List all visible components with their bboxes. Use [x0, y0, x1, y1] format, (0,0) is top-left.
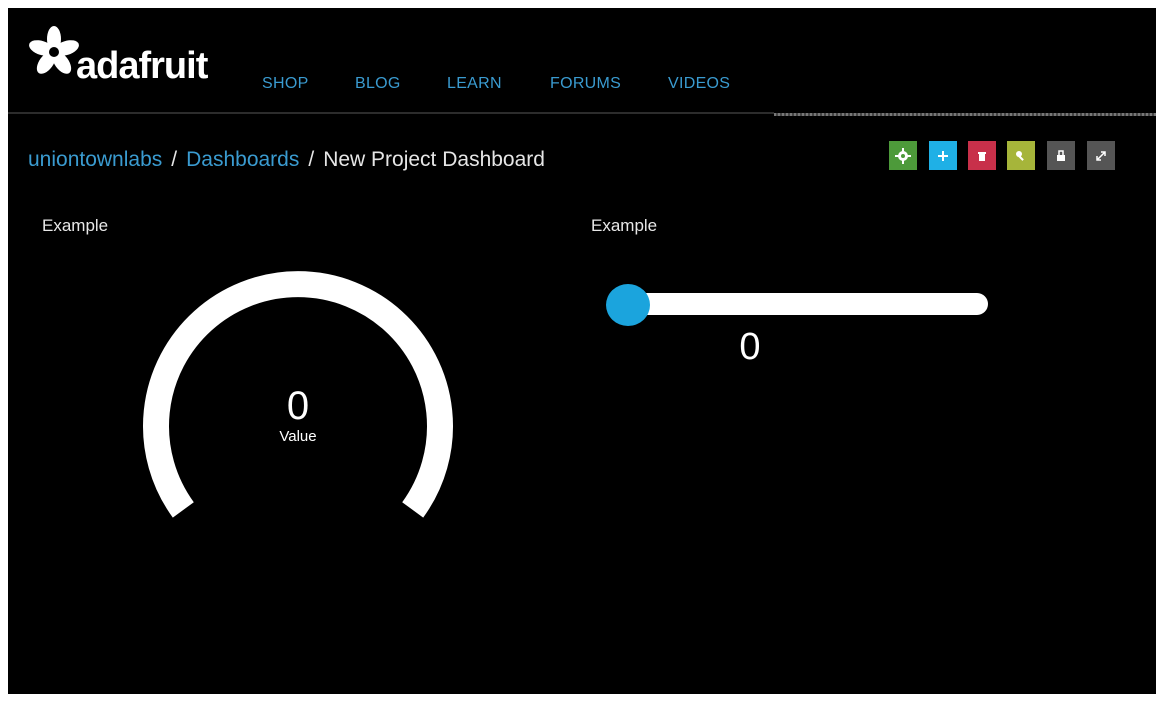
- breadcrumb-current-page: New Project Dashboard: [323, 148, 545, 171]
- flower-logo-icon: [29, 26, 79, 74]
- breadcrumb-separator: /: [308, 148, 315, 171]
- nav-item-blog[interactable]: BLOG: [355, 74, 401, 94]
- gauge-widget-title: Example: [42, 216, 109, 235]
- plus-icon: [938, 150, 948, 161]
- slider-value: 0: [739, 326, 761, 368]
- breadcrumb: uniontownlabs / Dashboards / New Project Das…: [28, 146, 545, 176]
- header-divider-dotted: [774, 113, 1156, 116]
- breadcrumb-separator: /: [171, 148, 178, 171]
- slider-thumb[interactable]: [606, 284, 650, 326]
- nav-item-learn[interactable]: LEARN: [447, 74, 502, 94]
- nav-item-forums[interactable]: FORUMS: [550, 74, 621, 94]
- gauge-value: 0: [286, 384, 310, 428]
- key-button[interactable]: [1007, 141, 1035, 170]
- site-header: adafruit SHOP BLOG LEARN FORUMS VIDEOS: [8, 8, 1156, 118]
- expand-icon: [1096, 150, 1106, 161]
- nav-item-videos[interactable]: VIDEOS: [668, 74, 730, 94]
- gear-icon: [895, 147, 911, 164]
- nav-item-shop[interactable]: SHOP: [262, 74, 309, 94]
- add-block-button[interactable]: [929, 141, 957, 170]
- adafruit-logo[interactable]: adafruit: [26, 24, 226, 94]
- fullscreen-button[interactable]: [1087, 141, 1115, 170]
- gauge-label: Value: [279, 428, 317, 445]
- gauge-widget[interactable]: 0 Value: [138, 258, 458, 528]
- delete-button[interactable]: [968, 141, 996, 170]
- breadcrumb-dashboards-link[interactable]: Dashboards: [186, 146, 299, 174]
- trash-icon: [978, 151, 986, 161]
- header-divider: [8, 112, 774, 114]
- lock-icon: [1057, 149, 1065, 161]
- brand-name: adafruit: [76, 45, 208, 87]
- key-icon: [1016, 150, 1024, 161]
- lock-button[interactable]: [1047, 141, 1075, 170]
- dashboard-page: adafruit SHOP BLOG LEARN FORUMS VIDEOS u…: [8, 8, 1156, 694]
- settings-button[interactable]: [889, 141, 917, 170]
- breadcrumb-user-link[interactable]: uniontownlabs: [28, 146, 162, 174]
- slider-track[interactable]: [628, 293, 988, 315]
- slider-widget-title: Example: [591, 216, 658, 235]
